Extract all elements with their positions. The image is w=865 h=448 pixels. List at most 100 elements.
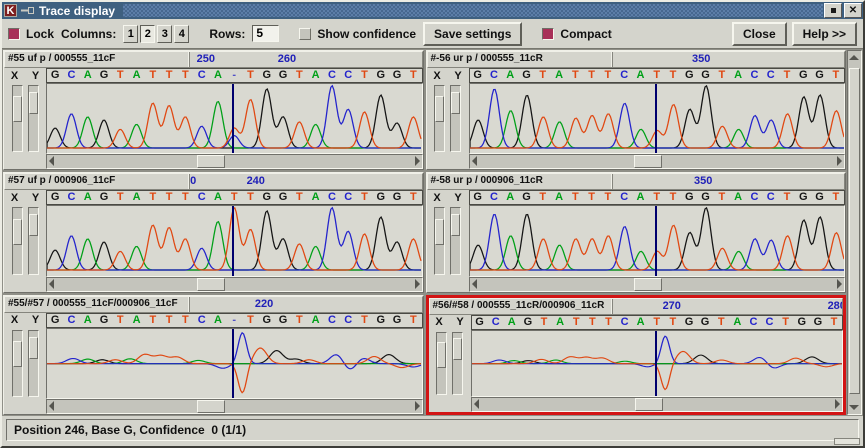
scrollbar-trough[interactable] [469, 154, 846, 169]
y-scale-slider[interactable] [452, 332, 463, 395]
y-scale-button[interactable]: Y [32, 314, 39, 326]
help-button[interactable]: Help >> [792, 22, 857, 46]
scroll-left-arrow[interactable] [49, 401, 54, 411]
trace-panel-5[interactable]: 220 #55/#57 / 000555_11cF/000906_11cF X … [3, 295, 424, 415]
x-scale-slider[interactable] [12, 207, 23, 274]
save-settings-button[interactable]: Save settings [423, 22, 522, 46]
app-k-icon[interactable]: K [4, 4, 17, 17]
x-scale-slider[interactable] [12, 330, 23, 397]
editing-cursor[interactable] [232, 84, 234, 153]
chromatogram-canvas[interactable] [471, 330, 844, 397]
y-scale-button[interactable]: Y [454, 70, 461, 82]
rows-input[interactable]: 5 [252, 25, 279, 42]
x-scale-slider-thumb[interactable] [435, 96, 444, 122]
x-scale-button[interactable]: X [11, 314, 18, 326]
scroll-right-arrow[interactable] [415, 279, 420, 289]
sequence-row[interactable]: GCAGTATTTCATTGGTACCTGGT [471, 315, 844, 330]
y-scale-slider-thumb[interactable] [453, 338, 462, 360]
x-scale-slider-thumb[interactable] [437, 342, 446, 368]
chromatogram-canvas[interactable] [46, 205, 423, 276]
y-scale-slider-thumb[interactable] [451, 92, 460, 114]
y-scale-slider-thumb[interactable] [29, 214, 38, 236]
scroll-right-arrow[interactable] [837, 156, 842, 166]
trace-panel-4[interactable]: 350 #-58 ur p / 000906_11cR X Y GCAGTATT… [426, 172, 847, 292]
lock-checkbox-indicator[interactable] [8, 28, 20, 40]
scrollbar-trough[interactable] [46, 399, 423, 414]
editing-cursor[interactable] [232, 206, 234, 275]
trace-panel-1[interactable]: 250260 #55 uf p / 000555_11cF X Y GCAGTA… [3, 50, 424, 170]
sequence-row[interactable]: GCAGTATTTCATTGGTACCTGGT [469, 190, 846, 205]
vertical-scrollbar[interactable] [847, 50, 862, 415]
x-scale-slider-thumb[interactable] [13, 96, 22, 122]
horizontal-scrollbar[interactable] [4, 399, 423, 414]
y-scale-slider-thumb[interactable] [451, 214, 460, 236]
vertical-scrollbar-thumb[interactable] [849, 68, 860, 394]
scroll-right-arrow[interactable] [837, 279, 842, 289]
chromatogram-canvas[interactable] [469, 83, 846, 154]
close-window-button[interactable]: ✕ [844, 3, 862, 18]
lock-checkbox[interactable]: Lock [8, 27, 54, 41]
minimize-button[interactable] [824, 3, 842, 18]
horizontal-scrollbar[interactable] [429, 397, 844, 412]
y-scale-slider-thumb[interactable] [29, 337, 38, 359]
x-scale-slider[interactable] [436, 332, 447, 395]
scroll-left-arrow[interactable] [472, 156, 477, 166]
y-scale-slider[interactable] [28, 207, 39, 274]
sequence-row[interactable]: GCAGTATTTCA-TGGTACCTGGT [46, 313, 423, 328]
y-scale-button[interactable]: Y [32, 70, 39, 82]
sequence-row[interactable]: GCAGTATTTCATTGGTACCTGGT [469, 68, 846, 83]
x-scale-slider-thumb[interactable] [435, 219, 444, 245]
sequence-row[interactable]: GCAGTATTTCA-TGGTACCTGGT [46, 68, 423, 83]
x-scale-button[interactable]: X [433, 70, 440, 82]
scrollbar-thumb[interactable] [197, 155, 225, 168]
horizontal-scrollbar[interactable] [4, 277, 423, 292]
y-scale-slider[interactable] [28, 85, 39, 152]
show-confidence-checkbox[interactable]: Show confidence [299, 27, 416, 41]
scroll-left-arrow[interactable] [474, 399, 479, 409]
scrollbar-thumb[interactable] [197, 278, 225, 291]
y-scale-button[interactable]: Y [32, 192, 39, 204]
scroll-up-arrow[interactable] [849, 55, 859, 60]
chromatogram-canvas[interactable] [469, 205, 846, 276]
y-scale-slider[interactable] [450, 207, 461, 274]
columns-option-3[interactable]: 3 [157, 25, 172, 43]
horizontal-scrollbar[interactable] [427, 154, 846, 169]
scrollbar-thumb[interactable] [635, 398, 663, 411]
horizontal-scrollbar[interactable] [4, 154, 423, 169]
pin-icon[interactable] [21, 6, 35, 15]
scrollbar-trough[interactable] [46, 277, 423, 292]
x-scale-slider[interactable] [434, 85, 445, 152]
x-scale-button[interactable]: X [435, 316, 442, 328]
trace-panel-6[interactable]: 270280 #56/#58 / 000555_11cR/000906_11cR… [426, 295, 847, 415]
chromatogram-canvas[interactable] [46, 83, 423, 154]
x-scale-slider-thumb[interactable] [13, 341, 22, 367]
x-scale-button[interactable]: X [11, 70, 18, 82]
scroll-left-arrow[interactable] [49, 156, 54, 166]
scroll-left-arrow[interactable] [472, 279, 477, 289]
editing-cursor[interactable] [655, 206, 657, 275]
scrollbar-thumb[interactable] [634, 278, 662, 291]
x-scale-button[interactable]: X [433, 192, 440, 204]
y-scale-button[interactable]: Y [454, 192, 461, 204]
chromatogram-canvas[interactable] [46, 328, 423, 399]
x-scale-slider[interactable] [434, 207, 445, 274]
y-scale-slider-thumb[interactable] [29, 92, 38, 114]
compact-checkbox[interactable]: Compact [542, 27, 611, 41]
scroll-right-arrow[interactable] [415, 156, 420, 166]
show-confidence-indicator[interactable] [299, 28, 311, 40]
title-bar-texture[interactable] [123, 4, 823, 17]
y-scale-slider[interactable] [28, 330, 39, 397]
scroll-right-arrow[interactable] [415, 401, 420, 411]
editing-cursor[interactable] [655, 331, 657, 396]
scrollbar-trough[interactable] [46, 154, 423, 169]
scrollbar-trough[interactable] [469, 277, 846, 292]
scrollbar-thumb[interactable] [197, 400, 225, 413]
title-bar[interactable]: K Trace display ✕ [2, 2, 863, 19]
trace-panel-3[interactable]: 230240 #57 uf p / 000906_11cF X Y GCAGTA… [3, 172, 424, 292]
resize-grip[interactable] [834, 438, 860, 445]
x-scale-slider-thumb[interactable] [13, 219, 22, 245]
columns-option-2[interactable]: 2 [140, 25, 155, 43]
scroll-left-arrow[interactable] [49, 279, 54, 289]
x-scale-button[interactable]: X [11, 192, 18, 204]
sequence-row[interactable]: GCAGTATTTCATTGGTACCTGGT [46, 190, 423, 205]
